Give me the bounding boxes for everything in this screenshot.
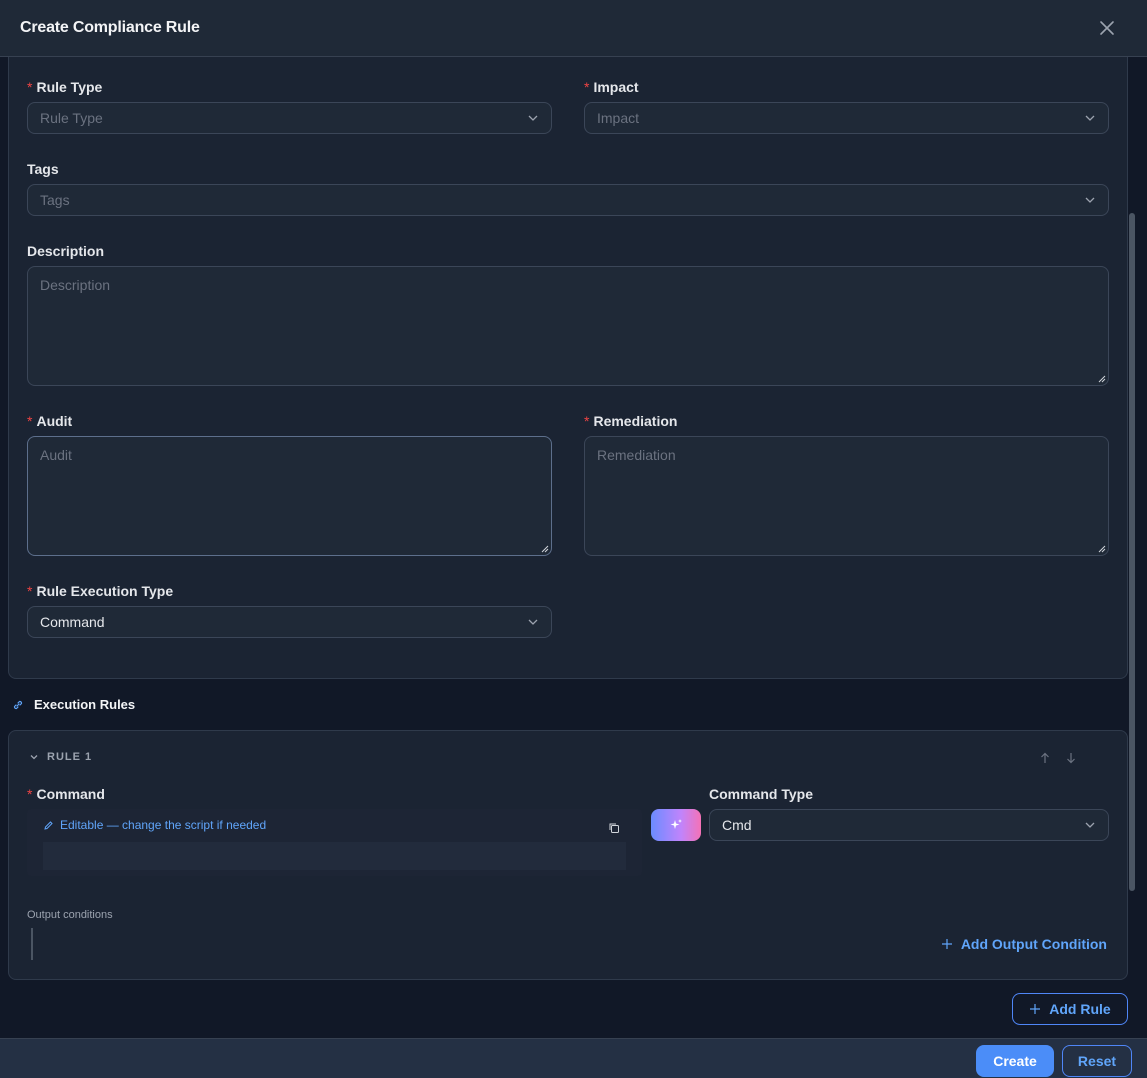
remediation-label: * Remediation	[584, 413, 678, 429]
chevron-down-icon	[1085, 197, 1095, 203]
output-conditions-label: Output conditions	[27, 909, 113, 921]
output-conditions-divider	[31, 928, 33, 960]
description-label: Description	[27, 243, 105, 259]
tags-placeholder: Tags	[40, 192, 70, 208]
arrow-up-icon[interactable]	[1039, 751, 1051, 765]
reset-button[interactable]: Reset	[1062, 1045, 1132, 1077]
command-input[interactable]	[43, 842, 626, 870]
audit-placeholder: Audit	[40, 447, 72, 463]
rule-execution-type-value: Command	[40, 614, 105, 630]
rule-execution-type-label: * Rule Execution Type	[27, 583, 174, 599]
rule-type-placeholder: Rule Type	[40, 110, 103, 126]
chevron-down-icon	[528, 115, 538, 121]
resize-handle-icon[interactable]	[539, 543, 549, 553]
rule-title: RULE 1	[47, 751, 93, 763]
tags-label: Tags	[27, 161, 59, 177]
impact-select[interactable]: Impact	[584, 102, 1109, 134]
ai-generate-button[interactable]	[651, 809, 701, 841]
remediation-placeholder: Remediation	[597, 447, 676, 463]
copy-icon[interactable]	[608, 822, 620, 834]
sparkle-icon	[670, 819, 682, 829]
create-button[interactable]: Create	[976, 1045, 1054, 1077]
close-icon[interactable]	[1097, 18, 1117, 38]
execution-rules-heading: Execution Rules	[12, 697, 135, 712]
chevron-down-icon	[1085, 822, 1095, 828]
remediation-textarea[interactable]: Remediation	[584, 436, 1109, 556]
plus-icon	[1030, 1004, 1041, 1014]
rule-details-card: * Rule Type Rule Type * Impact Impact Tags…	[8, 57, 1128, 679]
plus-icon	[941, 939, 952, 949]
description-textarea[interactable]: Description	[27, 266, 1109, 386]
command-type-select[interactable]: Cmd	[709, 809, 1109, 841]
rule-type-select[interactable]: Rule Type	[27, 102, 552, 134]
arrow-down-icon[interactable]	[1065, 751, 1077, 765]
audit-textarea[interactable]: Audit	[27, 436, 552, 556]
scrollbar[interactable]	[1129, 213, 1135, 891]
impact-label: * Impact	[584, 79, 639, 95]
chevron-down-icon	[528, 619, 538, 625]
resize-handle-icon[interactable]	[1096, 373, 1106, 383]
modal-title: Create Compliance Rule	[20, 19, 200, 36]
chevron-down-icon	[30, 755, 38, 760]
command-type-value: Cmd	[722, 817, 752, 833]
add-rule-button[interactable]: Add Rule	[1012, 993, 1128, 1025]
pencil-icon	[44, 820, 53, 830]
chevron-down-icon	[1085, 115, 1095, 121]
command-type-label: Command Type	[709, 786, 813, 802]
rule-execution-type-select[interactable]: Command	[27, 606, 552, 638]
modal-body: * Rule Type Rule Type * Impact Impact Tags…	[0, 57, 1147, 1038]
rule-collapse-toggle[interactable]: RULE 1	[29, 751, 92, 763]
command-editor: Editable — change the script if needed	[27, 809, 642, 876]
command-hint: Editable — change the script if needed	[43, 818, 266, 832]
rule-reorder	[1039, 751, 1077, 765]
command-label: * Command	[27, 786, 105, 802]
add-output-condition-button[interactable]: Add Output Condition	[941, 936, 1107, 952]
description-placeholder: Description	[40, 277, 111, 293]
execution-rules-title: Execution Rules	[34, 697, 136, 712]
tags-select[interactable]: Tags	[27, 184, 1109, 216]
modal-footer: Create Reset	[0, 1038, 1147, 1078]
modal-header: Create Compliance Rule	[0, 0, 1147, 57]
impact-placeholder: Impact	[597, 110, 640, 126]
resize-handle-icon[interactable]	[1096, 543, 1106, 553]
rule-type-label: * Rule Type	[27, 79, 103, 95]
link-icon	[13, 700, 23, 709]
rule-card: RULE 1 * Command Editable — change the sc…	[8, 730, 1128, 980]
audit-label: * Audit	[27, 413, 73, 429]
